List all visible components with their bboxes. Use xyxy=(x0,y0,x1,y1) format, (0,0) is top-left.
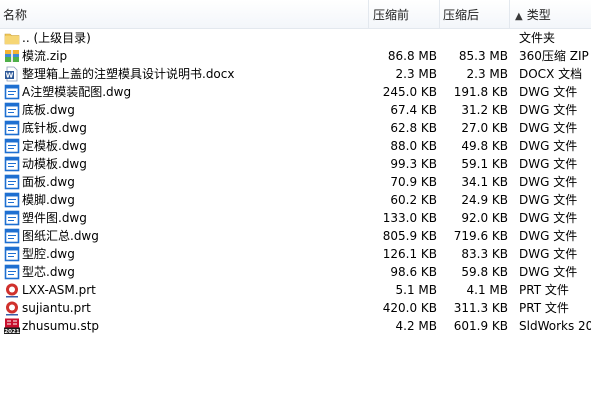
file-name: sujiantu.prt xyxy=(22,301,91,315)
size-after: 719.6 KB xyxy=(453,229,508,243)
dwg-file-icon xyxy=(4,264,20,280)
column-header-after[interactable]: 压缩后 xyxy=(443,0,511,28)
file-type: DWG 文件 xyxy=(519,157,578,171)
column-header-before[interactable]: 压缩前 xyxy=(373,0,441,28)
file-row[interactable]: 面板.dwg 70.9 KB 34.1 KB DWG 文件 xyxy=(0,173,591,191)
file-row[interactable]: 定模板.dwg 88.0 KB 49.8 KB DWG 文件 xyxy=(0,137,591,155)
file-type: DWG 文件 xyxy=(519,211,578,225)
file-row[interactable]: W 整理箱上盖的注塑模具设计说明书.docx 2.3 MB 2.3 MB DOCX 文档 xyxy=(0,65,591,83)
file-row[interactable]: sujiantu.prt 420.0 KB 311.3 KB PRT 文件 xyxy=(0,299,591,317)
file-name: 型芯.dwg xyxy=(22,265,75,279)
file-row[interactable]: 图纸汇总.dwg 805.9 KB 719.6 KB DWG 文件 xyxy=(0,227,591,245)
word-document-icon: W xyxy=(4,66,20,82)
column-divider[interactable] xyxy=(368,0,369,28)
size-after xyxy=(414,29,508,47)
size-after: 83.3 KB xyxy=(461,247,508,261)
creo-prt-icon xyxy=(4,300,20,316)
parent-directory-row[interactable]: .. (上级目录) 文件夹 xyxy=(0,29,591,47)
file-type: DWG 文件 xyxy=(519,85,578,99)
file-name: 整理箱上盖的注塑模具设计说明书.docx xyxy=(22,67,235,81)
file-type: 360压缩 ZIP 文件 xyxy=(519,49,591,63)
file-row[interactable]: 模脚.dwg 60.2 KB 24.9 KB DWG 文件 xyxy=(0,191,591,209)
file-row[interactable]: 塑件图.dwg 133.0 KB 92.0 KB DWG 文件 xyxy=(0,209,591,227)
size-after: 2.3 MB xyxy=(466,67,508,81)
file-name: 塑件图.dwg xyxy=(22,211,87,225)
file-list: .. (上级目录) 文件夹 模流.zip 86.8 MB 85.3 MB 360压缩 ZI… xyxy=(0,29,591,335)
file-name: 模脚.dwg xyxy=(22,193,75,207)
file-name: 图纸汇总.dwg xyxy=(22,229,99,243)
column-header-type[interactable]: ▲ 类型 xyxy=(515,0,591,28)
column-divider[interactable] xyxy=(509,0,510,28)
svg-text:2021: 2021 xyxy=(4,329,20,334)
file-row[interactable]: A注塑模装配图.dwg 245.0 KB 191.8 KB DWG 文件 xyxy=(0,83,591,101)
dwg-file-icon xyxy=(4,84,20,100)
file-row[interactable]: 2021 zhusumu.stp 4.2 MB 601.9 KB SldWorks 20… xyxy=(0,317,591,335)
file-name: LXX-ASM.prt xyxy=(22,283,96,297)
folder-up-icon xyxy=(4,30,20,46)
dwg-file-icon xyxy=(4,192,20,208)
file-row[interactable]: 底针板.dwg 62.8 KB 27.0 KB DWG 文件 xyxy=(0,119,591,137)
size-after: 311.3 KB xyxy=(453,301,508,315)
file-type: DWG 文件 xyxy=(519,229,578,243)
file-type: PRT 文件 xyxy=(519,301,569,315)
file-name: 动模板.dwg xyxy=(22,157,87,171)
size-after: 4.1 MB xyxy=(466,283,508,297)
file-type: DWG 文件 xyxy=(519,247,578,261)
file-name: A注塑模装配图.dwg xyxy=(22,85,132,99)
dwg-file-icon xyxy=(4,138,20,154)
file-type: DWG 文件 xyxy=(519,121,578,135)
file-type: DWG 文件 xyxy=(519,265,578,279)
dwg-file-icon xyxy=(4,210,20,226)
size-after: 85.3 MB xyxy=(458,49,508,63)
file-name: .. (上级目录) xyxy=(22,31,91,45)
file-row[interactable]: LXX-ASM.prt 5.1 MB 4.1 MB PRT 文件 xyxy=(0,281,591,299)
column-header-type-label: 类型 xyxy=(526,8,551,22)
dwg-file-icon xyxy=(4,120,20,136)
size-after: 24.9 KB xyxy=(461,193,508,207)
file-name: 型腔.dwg xyxy=(22,247,75,261)
size-after: 31.2 KB xyxy=(461,103,508,117)
dwg-file-icon xyxy=(4,246,20,262)
size-after: 59.8 KB xyxy=(461,265,508,279)
file-row[interactable]: 模流.zip86.8 MB85.3 MB360压缩 ZIP 文件 xyxy=(0,47,591,65)
file-type: 文件夹 xyxy=(519,31,556,45)
zip-archive-icon xyxy=(4,48,20,64)
file-type: SldWorks 2021 xyxy=(519,319,591,333)
creo-prt-icon xyxy=(4,282,20,298)
file-type: DOCX 文档 xyxy=(519,67,583,81)
dwg-file-icon xyxy=(4,228,20,244)
size-after: 34.1 KB xyxy=(461,175,508,189)
size-after: 92.0 KB xyxy=(461,211,508,225)
file-type: DWG 文件 xyxy=(519,175,578,189)
sort-ascending-icon: ▲ xyxy=(515,11,523,22)
file-name: zhusumu.stp xyxy=(22,319,100,333)
size-after: 49.8 KB xyxy=(461,139,508,153)
file-name: 模流.zip xyxy=(22,49,68,63)
dwg-file-icon xyxy=(4,174,20,190)
file-row[interactable]: 动模板.dwg 99.3 KB 59.1 KB DWG 文件 xyxy=(0,155,591,173)
file-type: DWG 文件 xyxy=(519,103,578,117)
file-type: DWG 文件 xyxy=(519,193,578,207)
file-type: PRT 文件 xyxy=(519,283,569,297)
column-header-name[interactable]: 名称 xyxy=(3,0,363,28)
dwg-file-icon xyxy=(4,102,20,118)
file-row[interactable]: 底板.dwg 67.4 KB 31.2 KB DWG 文件 xyxy=(0,101,591,119)
file-row[interactable]: 型腔.dwg 126.1 KB 83.3 KB DWG 文件 xyxy=(0,245,591,263)
solidworks-stp-icon: 2021 xyxy=(4,318,20,334)
file-name: 定模板.dwg xyxy=(22,139,87,153)
size-after: 601.9 KB xyxy=(453,319,508,333)
size-after: 191.8 KB xyxy=(453,85,508,99)
size-after: 27.0 KB xyxy=(461,121,508,135)
size-after: 59.1 KB xyxy=(461,157,508,171)
svg-text:W: W xyxy=(6,72,14,80)
file-row[interactable]: 型芯.dwg 98.6 KB 59.8 KB DWG 文件 xyxy=(0,263,591,281)
file-type: DWG 文件 xyxy=(519,139,578,153)
file-name: 面板.dwg xyxy=(22,175,75,189)
file-name: 底板.dwg xyxy=(22,103,75,117)
column-header-bar: 名称 压缩前 压缩后 ▲ 类型 xyxy=(0,0,591,29)
column-divider[interactable] xyxy=(439,0,440,28)
dwg-file-icon xyxy=(4,156,20,172)
file-name: 底针板.dwg xyxy=(22,121,87,135)
